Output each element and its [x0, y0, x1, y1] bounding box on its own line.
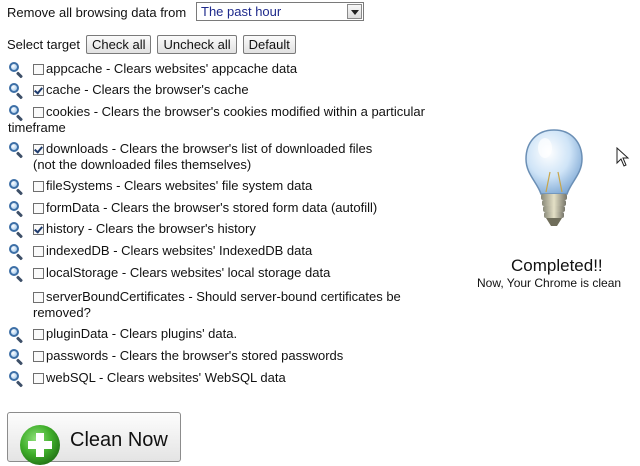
clean-now-button[interactable]: Clean Now [7, 412, 181, 465]
chevron-down-icon[interactable] [347, 4, 362, 19]
magnifier-icon[interactable] [8, 105, 26, 122]
plugindata-checkbox[interactable] [33, 329, 44, 340]
uncheck-all-button[interactable]: Uncheck all [157, 34, 237, 54]
blank-icon-slot [8, 290, 26, 306]
target-item-filesystems: fileSystems - Clears websites' file syst… [8, 178, 313, 196]
history-checkbox[interactable] [33, 224, 44, 235]
plugindata-label: pluginData - Clears plugins' data. [46, 326, 238, 341]
light-bulb-icon [525, 129, 583, 226]
downloads-checkbox[interactable] [33, 144, 44, 155]
completed-subtitle: Now, Your Chrome is clean [477, 276, 622, 290]
cookies-checkbox[interactable] [33, 107, 44, 118]
history-label: history - Clears the browser's history [46, 221, 256, 236]
websql-label: webSQL - Clears websites' WebSQL data [46, 370, 286, 385]
magnifier-icon[interactable] [8, 327, 26, 344]
appcache-label: appcache - Clears websites' appcache dat… [46, 61, 298, 76]
passwords-label: passwords - Clears the browser's stored … [46, 348, 344, 363]
magnifier-icon[interactable] [8, 222, 26, 239]
localstorage-label: localStorage - Clears websites' local st… [46, 265, 331, 280]
magnifier-icon[interactable] [8, 62, 26, 79]
formdata-label: formData - Clears the browser's stored f… [46, 200, 378, 215]
magnifier-icon[interactable] [8, 266, 26, 283]
websql-checkbox[interactable] [33, 373, 44, 384]
indexeddb-checkbox[interactable] [33, 246, 44, 257]
cache-checkbox[interactable] [33, 85, 44, 96]
target-item-passwords: passwords - Clears the browser's stored … [8, 348, 344, 366]
target-item-plugindata: pluginData - Clears plugins' data. [8, 326, 238, 344]
target-item-appcache: appcache - Clears websites' appcache dat… [8, 61, 298, 79]
filesystems-checkbox[interactable] [33, 181, 44, 192]
magnifier-icon[interactable] [8, 244, 26, 261]
magnifier-icon[interactable] [8, 201, 26, 218]
completed-title: Completed!! [511, 256, 603, 275]
target-item-localstorage: localStorage - Clears websites' local st… [8, 265, 331, 283]
indexeddb-label: indexedDB - Clears websites' IndexedDB d… [46, 243, 313, 258]
cookies-label: cookies - Clears the browser's cookies m… [46, 104, 425, 119]
localstorage-checkbox[interactable] [33, 268, 44, 279]
target-item-downloads: downloads - Clears the browser's list of… [8, 141, 372, 173]
serverboundcertificates-checkbox[interactable] [33, 292, 44, 303]
target-item-history: history - Clears the browser's history [8, 221, 256, 239]
cookies-label-wrap: timeframe [8, 120, 66, 135]
downloads-label: downloads - Clears the browser's list of… [46, 141, 373, 156]
target-label: Select target [7, 36, 80, 52]
passwords-checkbox[interactable] [33, 351, 44, 362]
target-item-cache: cache - Clears the browser's cache [8, 82, 249, 100]
magnifier-icon[interactable] [8, 349, 26, 366]
magnifier-icon[interactable] [8, 142, 26, 159]
cache-label: cache - Clears the browser's cache [46, 82, 249, 97]
mouse-cursor-icon [616, 147, 630, 167]
target-row: Select target Check all Uncheck all Defa… [7, 34, 302, 54]
formdata-checkbox[interactable] [33, 203, 44, 214]
magnifier-icon[interactable] [8, 371, 26, 388]
serverboundcertificates-label: serverBoundCertificates - Should server-… [46, 289, 401, 304]
appcache-checkbox[interactable] [33, 64, 44, 75]
magnifier-icon[interactable] [8, 179, 26, 196]
magnifier-icon[interactable] [8, 83, 26, 100]
serverboundcertificates-label-wrap: removed? [33, 305, 91, 320]
range-row: Remove all browsing data from [7, 3, 186, 21]
filesystems-label: fileSystems - Clears websites' file syst… [46, 178, 313, 193]
target-item-formdata: formData - Clears the browser's stored f… [8, 200, 378, 218]
plus-icon [20, 425, 60, 465]
target-item-cookies: cookies - Clears the browser's cookies m… [8, 104, 425, 136]
target-item-serverboundcertificates: serverBoundCertificates - Should server-… [8, 289, 401, 321]
time-range-value: The past hour [201, 4, 282, 19]
range-label: Remove all browsing data from [7, 4, 187, 20]
downloads-label-wrap: (not the downloaded files themselves) [33, 157, 252, 172]
target-item-websql: webSQL - Clears websites' WebSQL data [8, 370, 286, 388]
time-range-select[interactable]: The past hour [196, 2, 364, 21]
check-all-button[interactable]: Check all [86, 34, 152, 54]
clean-now-label: Clean Now [70, 429, 168, 451]
default-button[interactable]: Default [242, 34, 296, 54]
target-item-indexeddb: indexedDB - Clears websites' IndexedDB d… [8, 243, 313, 261]
